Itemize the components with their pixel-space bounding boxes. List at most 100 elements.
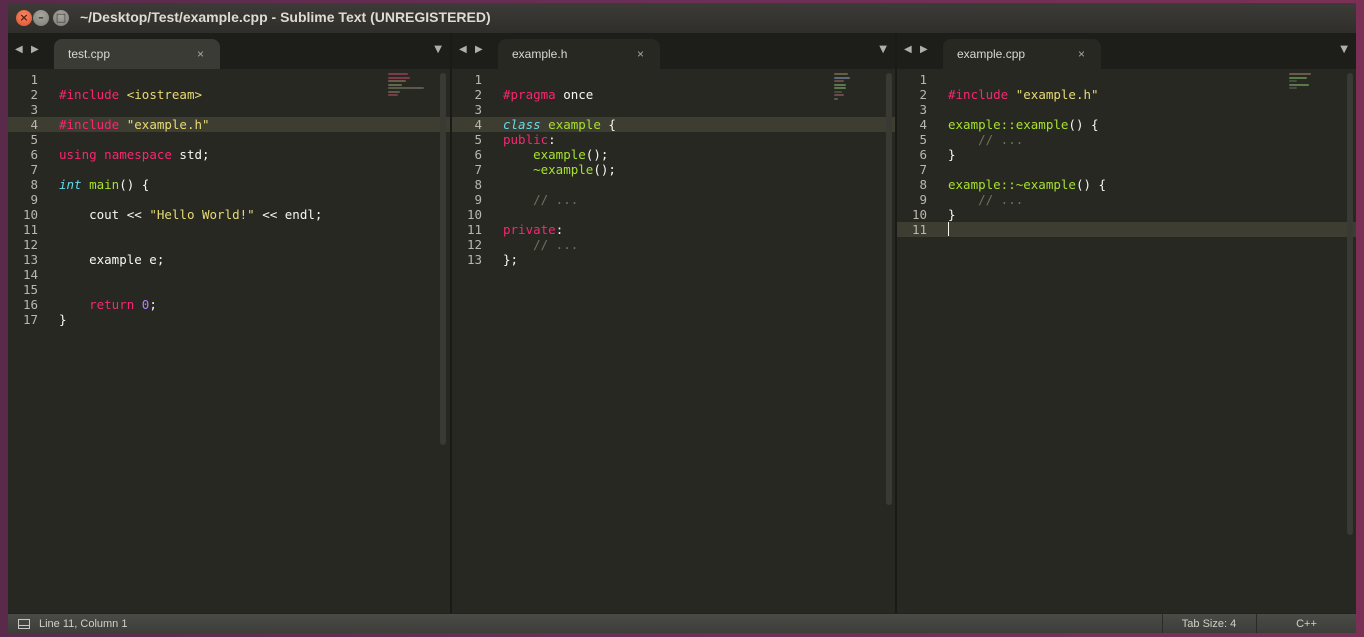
tab-nav-right-icon[interactable]: ▶	[475, 44, 483, 55]
vertical-scrollbar[interactable]	[1347, 73, 1353, 535]
code-text: #include <iostream>	[59, 87, 203, 102]
line-number: 17	[22, 312, 38, 327]
code-line[interactable]: 11	[8, 222, 450, 237]
code-line[interactable]: 4 class example {	[452, 117, 895, 132]
code-line[interactable]: 5 public:	[452, 132, 895, 147]
code-line[interactable]: 6 example();	[452, 147, 895, 162]
code-line[interactable]: 5 // ...	[897, 132, 1356, 147]
code-line[interactable]: 10	[452, 207, 895, 222]
code-line[interactable]: 1	[452, 72, 895, 87]
code-line[interactable]: 10 cout << "Hello World!" << endl;	[8, 207, 450, 222]
vertical-scrollbar[interactable]	[886, 73, 892, 505]
tab-nav-left-icon[interactable]: ◀	[15, 44, 23, 55]
code-editor[interactable]: 1 2 #include <iostream> 3 4 #include "example…	[8, 69, 450, 613]
line-number: 5	[30, 132, 38, 147]
line-number: 9	[30, 192, 38, 207]
title-bar: × – □ ~/Desktop/Test/example.cpp - Subli…	[8, 3, 1356, 33]
code-line[interactable]: 3	[452, 102, 895, 117]
tab-test-cpp[interactable]: test.cpp ×	[54, 39, 220, 69]
tab-nav-right-icon[interactable]: ▶	[31, 44, 39, 55]
code-line[interactable]: 12	[8, 237, 450, 252]
code-line[interactable]: 17}	[8, 312, 450, 327]
panel-toggle-icon[interactable]	[18, 619, 30, 629]
tab-example-h[interactable]: example.h ×	[498, 39, 660, 69]
syntax-selector[interactable]: C++	[1256, 614, 1356, 633]
tab-close-icon[interactable]: ×	[197, 47, 204, 61]
code-line[interactable]: 11 private:	[452, 222, 895, 237]
tab-bar: ◀ ▶ example.h × ▼	[452, 33, 895, 69]
tab-close-icon[interactable]: ×	[637, 47, 644, 61]
close-window-button[interactable]: ×	[16, 10, 32, 26]
code-line[interactable]: 15	[8, 282, 450, 297]
code-line[interactable]: 11	[897, 222, 1356, 237]
code-line[interactable]: 16 return 0;	[8, 297, 450, 312]
tab-menu-icon[interactable]: ▼	[1340, 44, 1348, 55]
code-line[interactable]: 6 using namespace std;	[8, 147, 450, 162]
code-line[interactable]: 10}	[897, 207, 1356, 222]
code-line[interactable]: 3	[8, 102, 450, 117]
code-line[interactable]: 8 int main() {	[8, 177, 450, 192]
editor-pane-1: ◀ ▶ test.cpp × ▼ 1 2 #include <iostream> 3 4…	[8, 33, 450, 613]
code-text: example::example() {	[948, 117, 1099, 132]
code-line[interactable]: 2 #include <iostream>	[8, 87, 450, 102]
code-line[interactable]: 4 #include "example.h"	[8, 117, 450, 132]
line-number: 1	[30, 72, 38, 87]
tab-close-icon[interactable]: ×	[1078, 47, 1085, 61]
minimap[interactable]	[834, 73, 874, 101]
code-line[interactable]: 9 // ...	[452, 192, 895, 207]
code-line[interactable]: 5	[8, 132, 450, 147]
text-cursor	[948, 222, 949, 236]
maximize-window-button[interactable]: □	[53, 10, 69, 26]
code-line[interactable]: 4 example::example() {	[897, 117, 1356, 132]
code-line[interactable]: 7	[897, 162, 1356, 177]
code-line[interactable]: 7 ~example();	[452, 162, 895, 177]
line-number: 11	[911, 222, 927, 237]
minimap[interactable]	[1289, 73, 1329, 91]
code-line[interactable]: 6}	[897, 147, 1356, 162]
tab-menu-icon[interactable]: ▼	[879, 44, 887, 55]
line-number: 7	[30, 162, 38, 177]
code-line[interactable]: 2 #pragma once	[452, 87, 895, 102]
tab-size-selector[interactable]: Tab Size: 4	[1162, 614, 1255, 633]
code-line[interactable]: 8	[452, 177, 895, 192]
line-number: 11	[466, 222, 482, 237]
line-number: 8	[919, 177, 927, 192]
line-number: 10	[22, 207, 38, 222]
code-line[interactable]: 8 example::~example() {	[897, 177, 1356, 192]
line-number: 8	[30, 177, 38, 192]
line-number: 7	[474, 162, 482, 177]
code-editor[interactable]: 1 2 #include "example.h" 3 4 example::example…	[897, 69, 1356, 613]
line-number: 4	[919, 117, 927, 132]
code-line[interactable]: 9 // ...	[897, 192, 1356, 207]
editor-pane-3: ◀ ▶ example.cpp × ▼ 1 2 #include "example.…	[897, 33, 1356, 613]
code-text: ~example();	[533, 162, 616, 177]
code-line[interactable]: 14	[8, 267, 450, 282]
code-line[interactable]: 9	[8, 192, 450, 207]
tab-bar: ◀ ▶ test.cpp × ▼	[8, 33, 450, 69]
line-number: 7	[919, 162, 927, 177]
code-line[interactable]: 7	[8, 162, 450, 177]
tab-nav-left-icon[interactable]: ◀	[904, 44, 912, 55]
line-number: 3	[474, 102, 482, 117]
tab-label: test.cpp	[68, 47, 111, 61]
tab-nav-left-icon[interactable]: ◀	[459, 44, 467, 55]
code-line[interactable]: 3	[897, 102, 1356, 117]
minimize-window-button[interactable]: –	[33, 10, 49, 26]
code-line[interactable]: 1	[8, 72, 450, 87]
tab-nav-right-icon[interactable]: ▶	[920, 44, 928, 55]
line-number: 2	[474, 87, 482, 102]
line-number: 1	[919, 72, 927, 87]
tab-example-cpp[interactable]: example.cpp ×	[943, 39, 1101, 69]
vertical-scrollbar[interactable]	[440, 73, 446, 445]
code-line[interactable]: 13 example e;	[8, 252, 450, 267]
code-line[interactable]: 1	[897, 72, 1356, 87]
code-text: int main() {	[59, 177, 150, 192]
minimap[interactable]	[388, 73, 428, 98]
code-line[interactable]: 12 // ...	[452, 237, 895, 252]
line-number: 13	[22, 252, 38, 267]
code-line[interactable]: 13};	[452, 252, 895, 267]
line-number: 3	[919, 102, 927, 117]
code-line[interactable]: 2 #include "example.h"	[897, 87, 1356, 102]
code-editor[interactable]: 1 2 #pragma once 3 4 class example {5 public: 6…	[452, 69, 895, 613]
tab-menu-icon[interactable]: ▼	[434, 44, 442, 55]
